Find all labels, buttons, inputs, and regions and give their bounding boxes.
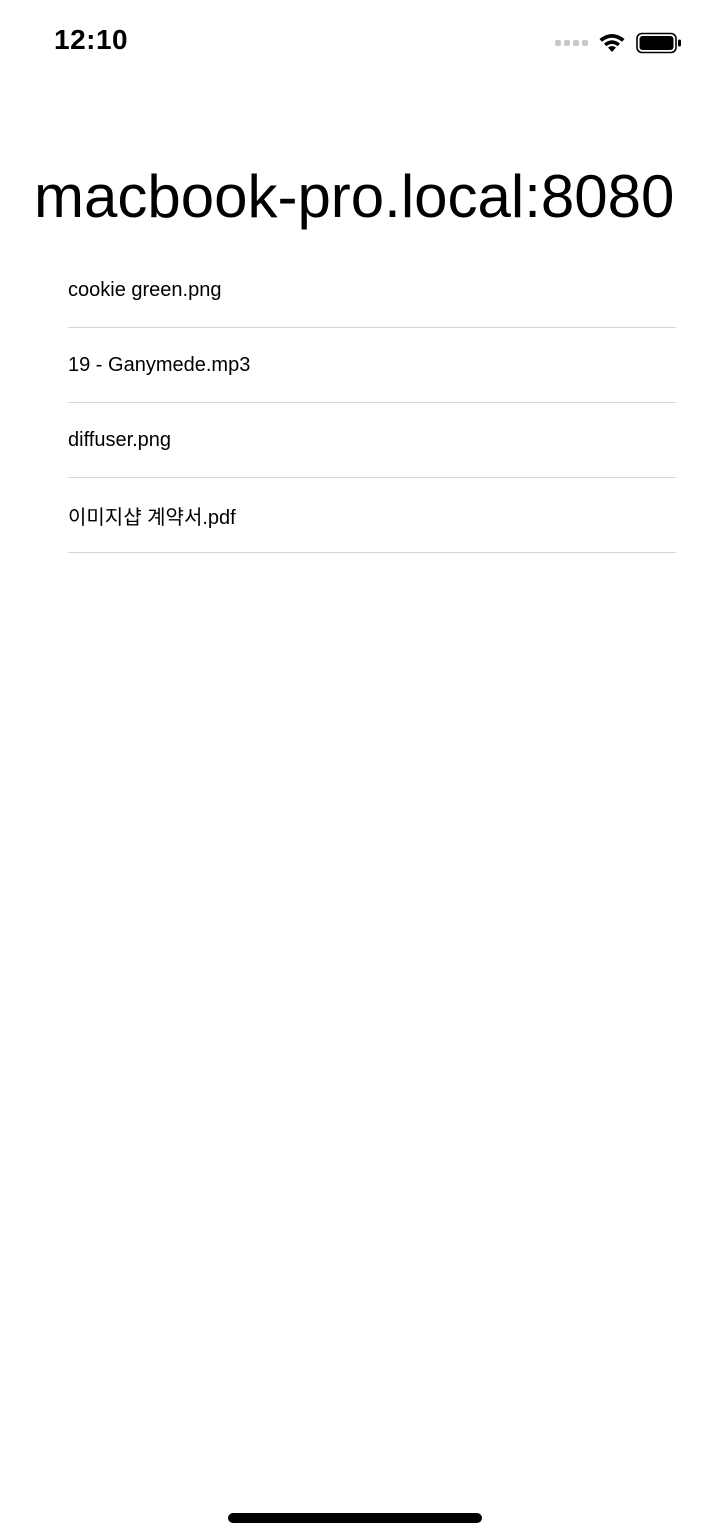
wifi-icon <box>599 34 625 52</box>
status-time: 12:10 <box>54 24 129 55</box>
battery-full-icon <box>636 32 681 54</box>
file-item[interactable]: diffuser.png <box>68 403 676 478</box>
cellular-signal-icon <box>555 40 588 46</box>
status-icons <box>555 30 682 56</box>
file-item[interactable]: 이미지샵 계약서.pdf <box>68 478 676 553</box>
file-list: cookie green.png 19 - Ganymede.mp3 diffu… <box>68 253 676 553</box>
file-item[interactable]: cookie green.png <box>68 253 676 328</box>
status-bar: 12:10 <box>0 0 710 88</box>
page-title: macbook-pro.local:8080 <box>34 163 675 230</box>
file-item[interactable]: 19 - Ganymede.mp3 <box>68 328 676 403</box>
home-indicator[interactable] <box>228 1513 482 1523</box>
